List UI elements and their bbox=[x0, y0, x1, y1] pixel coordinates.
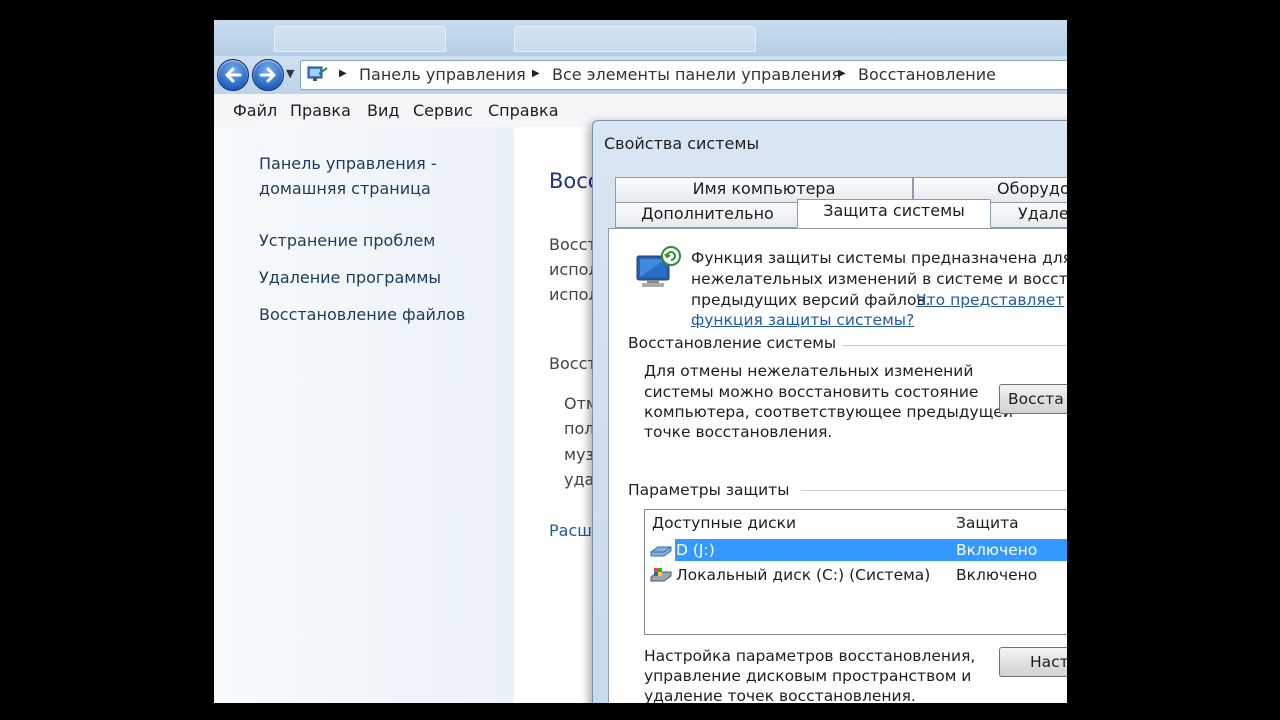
breadcrumb-recovery[interactable]: Восстановление bbox=[858, 65, 996, 84]
drive-name: Локальный диск (C:) (Система) bbox=[676, 566, 931, 584]
restore-description-line: системы можно восстановить состояние bbox=[644, 383, 979, 401]
menu-edit[interactable]: Правка bbox=[290, 101, 351, 120]
menu-file[interactable]: Файл bbox=[233, 101, 277, 120]
control-panel-icon bbox=[307, 66, 328, 81]
breadcrumb-separator-icon[interactable]: ▶ bbox=[339, 68, 347, 79]
restore-files-link[interactable]: Восстановление файлов bbox=[259, 302, 465, 327]
forward-arrow-icon bbox=[259, 67, 276, 83]
menu-view[interactable]: Вид bbox=[367, 101, 399, 120]
advanced-recovery-link[interactable]: Расш bbox=[549, 521, 592, 540]
control-panel-home-link[interactable]: Панель управления - домашняя страница bbox=[259, 151, 437, 201]
group-divider bbox=[801, 490, 1067, 491]
breadcrumb-all-items[interactable]: Все элементы панели управления bbox=[552, 65, 841, 84]
address-bar[interactable]: ▶ Панель управления ▶ Все элементы панел… bbox=[300, 60, 1067, 90]
history-dropdown-icon[interactable]: ▼ bbox=[286, 67, 294, 80]
uninstall-program-link[interactable]: Удаление программы bbox=[259, 265, 441, 290]
menu-tools[interactable]: Сервис bbox=[413, 101, 473, 120]
dialog-title: Свойства системы bbox=[604, 134, 760, 153]
breadcrumb-control-panel[interactable]: Панель управления bbox=[359, 65, 526, 84]
restore-description-line: компьютера, соответствующее предыдущей bbox=[644, 403, 1013, 421]
window-titlebar bbox=[214, 20, 1067, 56]
drive-name: D (J:) bbox=[675, 539, 715, 561]
tab-advanced[interactable]: Дополнительно bbox=[615, 202, 800, 228]
system-protection-panel: Функция защиты системы предназначена для… bbox=[608, 228, 1067, 703]
home-link-line[interactable]: домашняя страница bbox=[259, 176, 437, 201]
system-properties-dialog: Свойства системы Имя компьютера Оборудо … bbox=[592, 120, 1067, 703]
removable-drive-icon bbox=[650, 546, 672, 557]
description-line: уда bbox=[564, 470, 595, 489]
background-tab[interactable] bbox=[274, 26, 446, 52]
column-header-protection[interactable]: Защита bbox=[956, 514, 1019, 532]
system-drive-icon bbox=[650, 568, 672, 582]
system-protection-icon bbox=[636, 246, 681, 287]
what-is-protection-link[interactable]: Что представляет bbox=[916, 290, 1064, 311]
intro-line: нежелательных изменений в системе и восс… bbox=[691, 270, 1067, 288]
restore-description-line: точке восстановления. bbox=[644, 423, 833, 441]
troubleshooting-link[interactable]: Устранение проблем bbox=[259, 228, 435, 253]
drive-protection-status: Включено bbox=[956, 541, 1038, 559]
tab-system-protection[interactable]: Защита системы bbox=[797, 199, 991, 228]
config-description-line: управление дисковым пространством и bbox=[644, 667, 972, 685]
section-heading: Восст bbox=[549, 354, 597, 373]
protection-settings-group-label: Параметры защиты bbox=[628, 481, 796, 499]
navigation-bar: ▼ ▶ Панель управления ▶ Все элементы пан… bbox=[214, 56, 1067, 95]
what-is-protection-link-cont[interactable]: функция защиты системы? bbox=[691, 310, 914, 331]
home-link-line[interactable]: Панель управления - bbox=[259, 151, 437, 176]
table-row[interactable]: Локальный диск (C:) (Система) Включено bbox=[645, 563, 1067, 587]
tab-remote[interactable]: Удале bbox=[989, 202, 1067, 228]
menu-help[interactable]: Справка bbox=[488, 101, 559, 120]
group-divider bbox=[829, 345, 1067, 346]
forward-button[interactable] bbox=[252, 59, 284, 91]
configure-button[interactable]: Наст bbox=[999, 647, 1067, 677]
description-line: пол bbox=[564, 419, 595, 438]
drives-list[interactable]: Доступные диски Защита D (J:) Включено Л… bbox=[644, 509, 1067, 635]
intro-line: предыдущих версий файлов. bbox=[691, 291, 931, 309]
description-line: муз bbox=[564, 445, 595, 464]
back-arrow-icon bbox=[225, 67, 242, 83]
restore-description-line: Для отмены нежелательных изменений bbox=[644, 362, 974, 380]
screen: ▼ ▶ Панель управления ▶ Все элементы пан… bbox=[214, 20, 1067, 703]
background-tab[interactable] bbox=[514, 26, 756, 52]
config-description-line: Настройка параметров восстановления, bbox=[644, 647, 976, 665]
system-restore-button[interactable]: Восста bbox=[999, 384, 1067, 414]
drive-protection-status: Включено bbox=[956, 566, 1038, 584]
system-restore-group-label: Восстановление системы bbox=[628, 334, 843, 352]
breadcrumb-separator-icon[interactable]: ▶ bbox=[532, 68, 540, 79]
intro-line: Функция защиты системы предназначена для… bbox=[691, 249, 1067, 267]
table-row[interactable]: D (J:) Включено bbox=[645, 538, 1067, 562]
left-navigation-pane: Панель управления - домашняя страница Ус… bbox=[214, 127, 515, 703]
description-line: Восст bbox=[549, 235, 597, 254]
back-button[interactable] bbox=[217, 59, 249, 91]
config-description-line: удаление точек восстановления. bbox=[644, 687, 916, 703]
breadcrumb-separator-icon[interactable]: ▶ bbox=[838, 68, 846, 79]
column-header-drives[interactable]: Доступные диски bbox=[652, 514, 796, 532]
